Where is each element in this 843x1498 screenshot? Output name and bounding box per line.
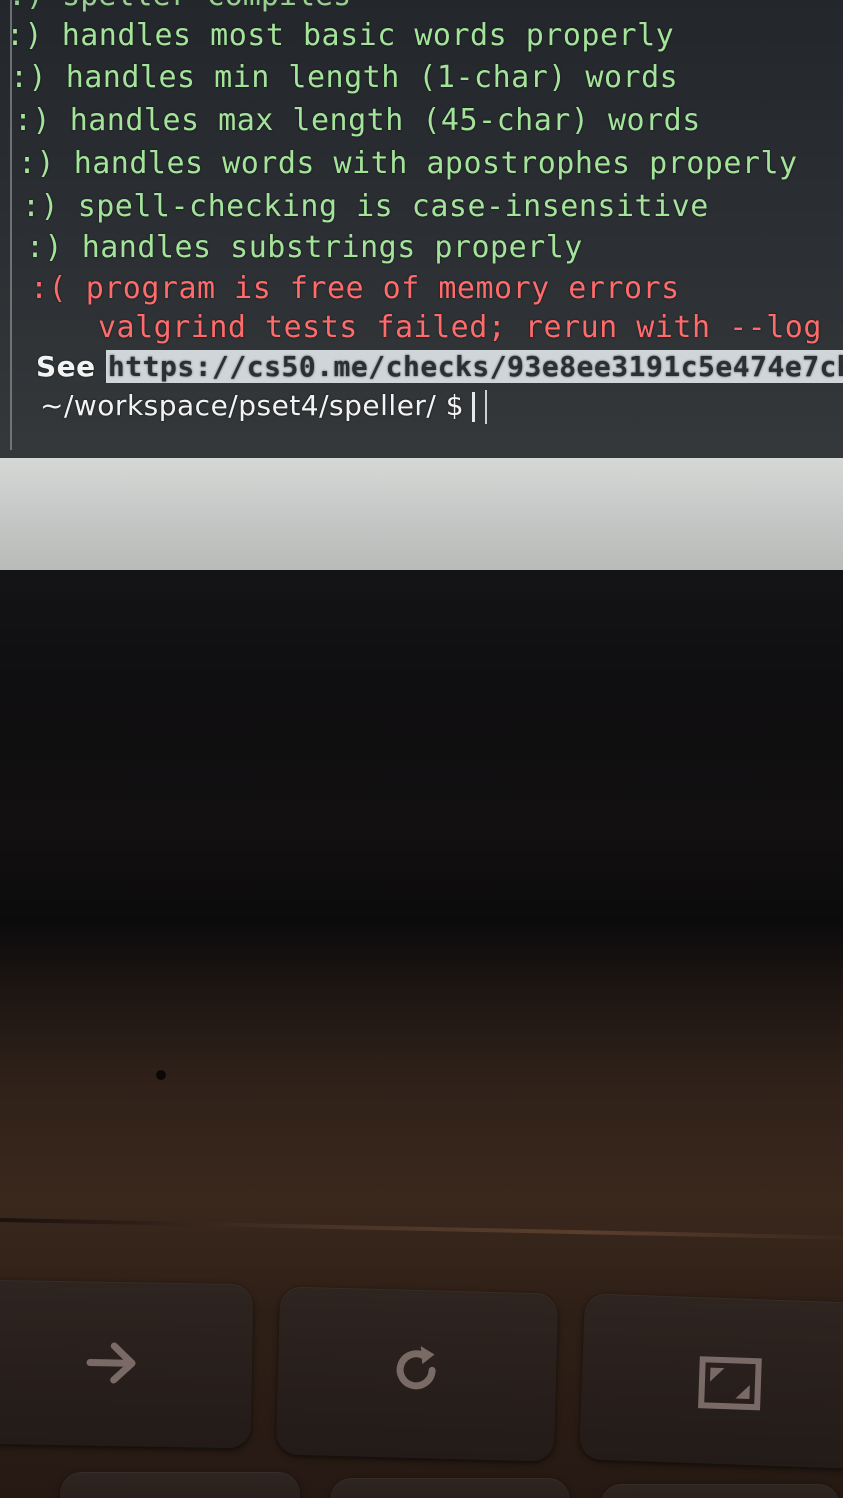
see-label: See (36, 350, 96, 383)
terminal-line-failed: :( program is free of memory errors (30, 271, 680, 306)
terminal-line: :) handles max length (45-char) words (14, 103, 701, 138)
terminal-line: :) handles min length (1-char) words (10, 60, 678, 95)
text-cursor (472, 392, 476, 422)
check-text: program is free of memory errors (85, 271, 680, 306)
terminal-line: :) handles words with apostrophes proper… (18, 146, 798, 181)
terminal-window: :) speller compiles :) handles most basi… (0, 0, 843, 458)
text-cursor-secondary (485, 390, 488, 424)
prompt-line[interactable]: ~/workspace/pset4/speller/ $ (40, 389, 488, 424)
keyboard-key[interactable] (330, 1478, 570, 1498)
refresh-icon (396, 1346, 436, 1390)
keyboard-key[interactable] (600, 1484, 840, 1498)
error-detail: valgrind tests failed; rerun with --log … (98, 310, 843, 345)
check-status: :) (22, 189, 60, 224)
terminal-line-cut: :) speller compiles (8, 0, 351, 13)
check-text: handles max length (45-char) words (69, 103, 701, 138)
forward-key[interactable] (0, 1279, 254, 1449)
check-results-link[interactable]: https://cs50.me/checks/93e8ee3191c5e474e… (105, 350, 843, 383)
check-status: :( (30, 271, 68, 306)
arrow-right-icon (86, 1342, 136, 1384)
check-status: :) (10, 60, 48, 95)
check-status: :) (18, 146, 56, 181)
terminal-line: :) handles most basic words properly (6, 18, 674, 53)
check-status: :) (6, 18, 44, 53)
check-text: handles min length (1-char) words (65, 60, 679, 95)
fullscreen-icon (698, 1356, 762, 1411)
screen-bezel (0, 458, 843, 570)
refresh-key[interactable] (275, 1286, 559, 1462)
check-text: handles words with apostrophes properly (73, 146, 798, 181)
check-text: handles most basic words properly (61, 18, 675, 53)
check-text: spell-checking is case-insensitive (77, 189, 709, 224)
check-status: :) (26, 230, 64, 265)
check-status: :) (14, 103, 52, 138)
keyboard-key[interactable] (60, 1472, 300, 1498)
check-text: handles substrings properly (81, 230, 583, 265)
fullscreen-key[interactable] (579, 1293, 843, 1469)
terminal-line: :) spell-checking is case-insensitive (22, 189, 709, 224)
camera-dot (156, 1070, 166, 1080)
shell-prompt: ~/workspace/pset4/speller/ $ (40, 389, 465, 422)
see-line: See https://cs50.me/checks/93e8ee3191c5e… (36, 350, 843, 383)
terminal-line: :) handles substrings properly (26, 230, 583, 265)
